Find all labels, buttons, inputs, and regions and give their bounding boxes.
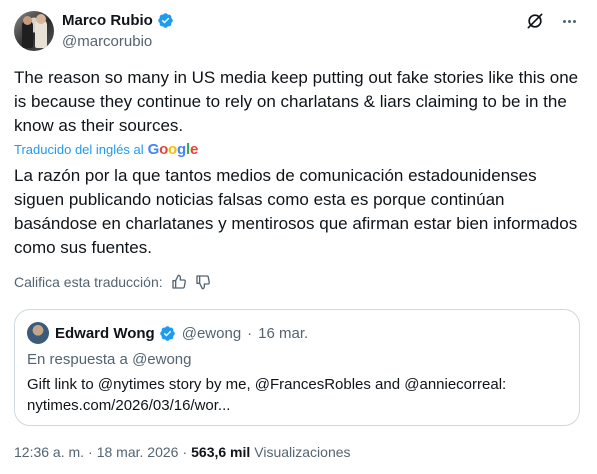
thumbs-down-icon[interactable] — [195, 274, 211, 290]
views-label: Visualizaciones — [254, 444, 351, 460]
quoted-date: 16 mar. — [258, 324, 309, 342]
footer-separator: · — [182, 444, 188, 460]
verified-badge-icon — [159, 325, 175, 341]
rate-translation-label: Califica esta traducción: — [14, 274, 163, 290]
avatar-head-left — [23, 16, 32, 25]
author-name[interactable]: Marco Rubio — [62, 12, 153, 29]
author-avatar[interactable] — [14, 11, 54, 51]
quoted-tweet-header: Edward Wong @ewong · 16 mar. — [27, 322, 308, 344]
quoted-separator: · — [247, 324, 253, 342]
rate-translation-row: Califica esta traducción: — [14, 274, 211, 290]
quoted-tweet[interactable]: Edward Wong @ewong · 16 mar. En respuest… — [14, 309, 580, 426]
tweet-time[interactable]: 12:36 a. m. — [14, 444, 84, 460]
quoted-tweet-text: Gift link to @nytimes story by me, @Fran… — [27, 376, 507, 414]
more-options-icon[interactable] — [559, 11, 579, 31]
header-actions — [525, 11, 579, 31]
tweet-footer: 12:36 a. m. · 18 mar. 2026 · 563,6 mil V… — [14, 444, 351, 460]
quoted-author-avatar — [27, 322, 49, 344]
translated-text: La razón por la que tantos medios de com… — [14, 166, 578, 257]
google-logo: Google — [147, 141, 199, 158]
thumbs-up-icon[interactable] — [171, 274, 187, 290]
avatar-head-right — [36, 14, 46, 24]
tweet-header: Marco Rubio @marcorubio — [14, 10, 583, 54]
author-name-row: Marco Rubio — [62, 12, 174, 29]
verified-badge-icon — [158, 13, 173, 28]
grok-icon[interactable] — [525, 11, 545, 31]
views-count: 563,6 mil — [191, 444, 251, 460]
footer-separator: · — [88, 444, 93, 460]
translated-label: Traducido del inglés al — [14, 142, 144, 157]
quoted-reply-context: En respuesta a @ewong — [27, 351, 192, 368]
tweet-date[interactable]: 18 mar. 2026 — [97, 444, 179, 460]
translation-attribution: Traducido del inglés al Google — [14, 141, 198, 158]
quoted-author-name: Edward Wong — [55, 324, 155, 342]
author-handle[interactable]: @marcorubio — [62, 33, 152, 50]
tweet-text: The reason so many in US media keep putt… — [14, 68, 579, 135]
quoted-author-handle: @ewong — [181, 324, 242, 342]
